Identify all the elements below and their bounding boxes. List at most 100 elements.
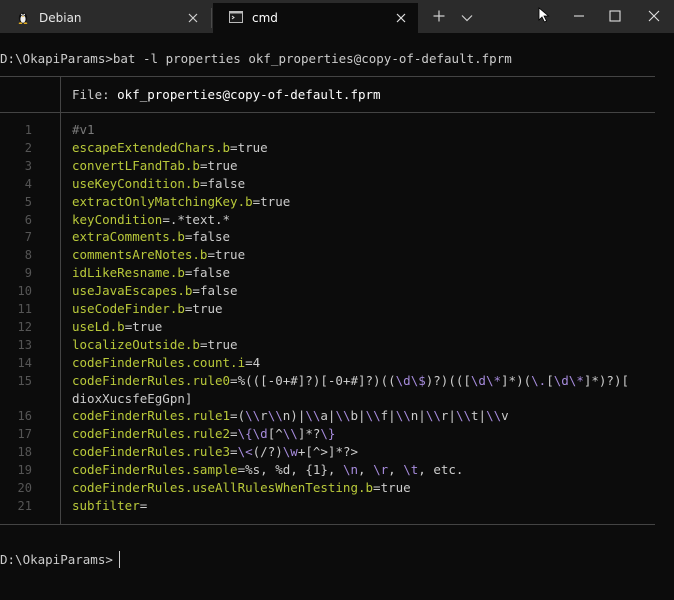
line-number: 13: [17, 337, 32, 352]
code-line: idLikeResname.b=false: [72, 264, 230, 282]
maximize-button[interactable]: [597, 0, 633, 33]
code-line: keyCondition=.*text.*: [72, 211, 230, 229]
command-line: D:\OkapiParams>bat -l properties okf_pro…: [0, 51, 512, 66]
escape-sequence: \d: [553, 372, 569, 388]
line-number: 10: [17, 284, 32, 299]
window-close-button[interactable]: [633, 0, 674, 33]
equals-sign: =: [162, 211, 170, 227]
property-key: useKeyCondition.b: [72, 175, 200, 191]
tab-dropdown-button[interactable]: [456, 0, 478, 33]
code-line: commentsAreNotes.b=true: [72, 246, 245, 264]
value-text: f|: [380, 408, 396, 424]
equals-sign: =: [230, 444, 238, 460]
minimize-button[interactable]: [561, 0, 597, 33]
value-text: dioxXucsfeEgGpn]: [72, 390, 193, 406]
escape-sequence: \n: [342, 462, 359, 478]
property-key: idLikeResname.b: [72, 265, 185, 281]
escape-sequence: \d: [252, 426, 268, 442]
value-text: r: [260, 408, 268, 424]
gutter-vertical-rule: [60, 112, 61, 524]
escape-sequence: \\: [425, 408, 441, 424]
property-key: escapeExtendedChars.b: [72, 139, 231, 155]
escape-sequence: \\: [395, 408, 411, 424]
line-number: 8: [24, 248, 32, 263]
value-text: ,: [358, 462, 374, 478]
value-text: false: [192, 265, 231, 281]
value-text: true: [192, 301, 223, 316]
line-number: 15: [17, 373, 32, 388]
escape-sequence: \d: [470, 372, 486, 388]
property-key: extractOnlyMatchingKey.b: [72, 193, 253, 209]
value-text: false: [192, 229, 231, 245]
code-line: codeFinderRules.rule3=\<(/?)\w+[^>]*?>: [72, 443, 358, 461]
footer-rule: [0, 524, 655, 525]
value-text: [^: [267, 426, 283, 442]
header-bottom-rule: [0, 112, 655, 113]
code-line: localizeOutside.b=true: [72, 336, 238, 354]
escape-sequence: \*: [485, 372, 502, 388]
code-line: codeFinderRules.rule0=%(([-0+#]?)[-0+#]?…: [72, 372, 629, 390]
escape-sequence: \\: [486, 408, 502, 424]
value-text: true: [260, 193, 291, 209]
tab-cmd[interactable]: cmd: [213, 3, 418, 33]
property-key: commentsAreNotes.b: [72, 247, 208, 263]
close-icon[interactable]: [392, 9, 410, 27]
value-text: true: [380, 480, 411, 495]
tab-debian[interactable]: Debian: [0, 3, 210, 33]
value-text: %(([-0+#]?)[-0+#]?)((: [237, 372, 396, 388]
property-key: subfilter: [72, 497, 140, 513]
equals-sign: =: [207, 247, 215, 263]
escape-sequence: \}: [320, 426, 336, 442]
value-text: (: [237, 408, 246, 424]
escape-sequence: \.: [531, 372, 547, 388]
code-line: codeFinderRules.useAllRulesWhenTesting.b…: [72, 479, 411, 497]
comment-text: #v1: [72, 122, 95, 137]
code-line: convertLFandTab.b=true: [72, 157, 238, 175]
value-text: (/?): [252, 444, 283, 460]
cmd-icon: [229, 10, 243, 24]
line-number: 3: [24, 158, 32, 173]
plus-icon: [433, 7, 445, 26]
linux-penguin-icon: [16, 10, 30, 24]
chevron-down-icon: [461, 7, 473, 26]
property-key: useJavaEscapes.b: [72, 283, 193, 299]
file-header-label: File:: [72, 87, 118, 102]
escape-sequence: \$: [410, 372, 426, 388]
value-text: )?)(([: [425, 372, 471, 388]
file-name: okf_properties@copy-of-default.fprm: [117, 87, 381, 102]
code-line: extractOnlyMatchingKey.b=true: [72, 193, 290, 211]
line-number: 18: [17, 445, 32, 460]
value-text: false: [199, 283, 238, 299]
escape-sequence: \\: [335, 408, 351, 424]
value-text: ]*)?)[: [583, 372, 630, 388]
value-text: true: [207, 157, 238, 173]
new-tab-button[interactable]: [428, 0, 450, 33]
text-cursor: [119, 551, 120, 568]
line-number: 21: [17, 498, 32, 513]
escape-sequence: \\: [305, 408, 321, 424]
escape-sequence: \\: [282, 426, 298, 442]
value-text: true: [132, 318, 163, 334]
line-number: 16: [17, 409, 32, 424]
property-key: codeFinderRules.useAllRulesWhenTesting.b: [72, 480, 374, 495]
equals-sign: =: [373, 480, 381, 495]
line-number: 11: [17, 302, 32, 316]
value-text: n)|: [282, 408, 306, 424]
equals-sign: =: [139, 497, 148, 513]
header-vertical-rule: [60, 76, 61, 112]
code-line: escapeExtendedChars.b=true: [72, 139, 268, 157]
escape-sequence: \\: [455, 408, 472, 424]
line-number: 4: [24, 176, 32, 191]
value-text: true: [237, 139, 268, 155]
value-text: v: [501, 408, 509, 424]
value-text: ,: [388, 462, 404, 478]
property-key: extraComments.b: [72, 229, 185, 245]
cursor-arrow-icon: [538, 6, 550, 27]
property-key: codeFinderRules.rule1: [72, 408, 231, 424]
value-text: true: [207, 336, 238, 352]
close-icon[interactable]: [184, 9, 202, 27]
equals-sign: =: [230, 372, 238, 388]
value-text: r|: [440, 408, 456, 424]
property-key: codeFinderRules.sample: [72, 462, 238, 478]
minimize-icon: [573, 7, 585, 26]
